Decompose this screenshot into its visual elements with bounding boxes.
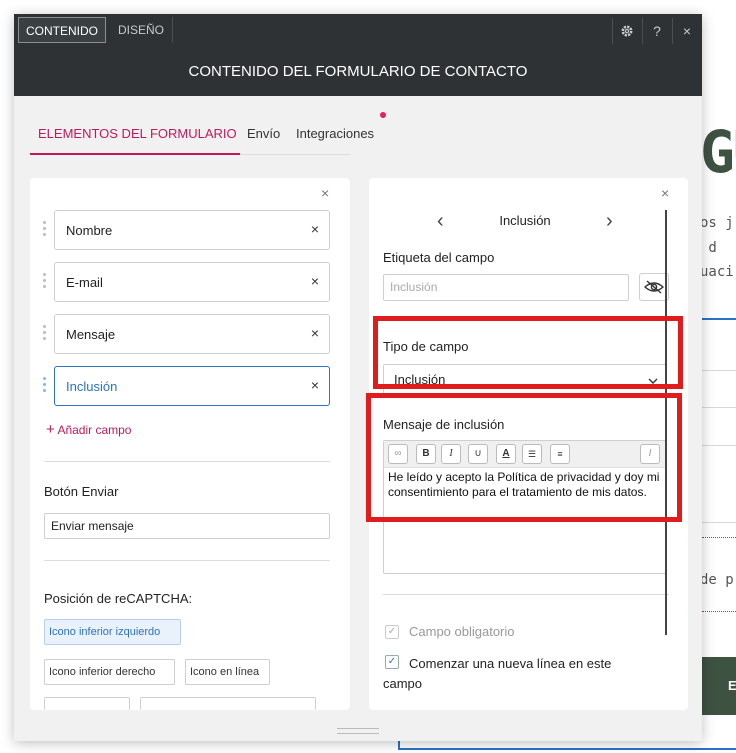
background-headline: GU bbox=[700, 118, 736, 186]
form-elements-panel: × Nombre × E-mail × Mensaje × Inclusión … bbox=[30, 178, 350, 710]
divider bbox=[44, 560, 330, 561]
recaptcha-section-title: Posición de reCAPTCHA: bbox=[44, 591, 193, 606]
field-label: Inclusión bbox=[66, 379, 118, 394]
new-line-label: Comenzar una nueva línea en este campo bbox=[383, 656, 612, 691]
nav-active-indicator bbox=[30, 153, 240, 155]
notification-dot bbox=[380, 112, 386, 118]
close-panel-button[interactable]: × bbox=[321, 185, 329, 201]
background-text-line: d bbox=[700, 240, 717, 256]
add-field-button[interactable]: + Añadir campo bbox=[46, 421, 131, 438]
recaptcha-hidden-option[interactable] bbox=[44, 697, 130, 710]
drag-handle[interactable] bbox=[43, 273, 47, 295]
close-dialog-button[interactable]: × bbox=[672, 18, 701, 44]
field-nav-title: Inclusión bbox=[499, 213, 551, 228]
divider bbox=[44, 461, 330, 462]
gear-icon bbox=[621, 25, 633, 37]
background-text-line: os j bbox=[700, 215, 734, 231]
remove-field-button[interactable]: × bbox=[311, 273, 319, 289]
nav-integrations[interactable]: Integraciones bbox=[296, 126, 374, 141]
field-label: Mensaje bbox=[66, 327, 116, 342]
top-bar: CONTENIDO DISEÑO ? × bbox=[14, 14, 702, 46]
remove-field-button[interactable]: × bbox=[311, 377, 319, 393]
background-input-border bbox=[702, 318, 736, 320]
close-panel-button[interactable]: × bbox=[661, 185, 669, 201]
field-item-inclusion[interactable]: Inclusión × bbox=[54, 366, 330, 406]
recaptcha-inline-option[interactable]: Icono en línea bbox=[185, 659, 270, 685]
background-divider bbox=[702, 445, 736, 446]
tab-content[interactable]: CONTENIDO bbox=[18, 17, 106, 43]
field-item-name[interactable]: Nombre × bbox=[54, 210, 330, 250]
nav-form-elements[interactable]: ELEMENTOS DEL FORMULARIO bbox=[38, 126, 237, 141]
field-label: E-mail bbox=[66, 275, 103, 290]
help-button[interactable]: ? bbox=[642, 18, 671, 44]
submit-button-text-input[interactable]: Enviar mensaje bbox=[44, 513, 330, 539]
background-dotted-line bbox=[702, 611, 736, 612]
contact-form-dialog: CONTENIDO DISEÑO ? × CONTENIDO DEL FORMU… bbox=[14, 14, 702, 741]
background-divider bbox=[702, 370, 736, 371]
settings-button[interactable] bbox=[612, 18, 641, 44]
field-item-email[interactable]: E-mail × bbox=[54, 262, 330, 302]
remove-field-button[interactable]: × bbox=[311, 221, 319, 237]
required-checkbox[interactable]: ✓ bbox=[385, 625, 399, 639]
drag-handle[interactable] bbox=[43, 325, 47, 347]
tab-design[interactable]: DISEÑO bbox=[110, 17, 173, 43]
highlight-field-type bbox=[373, 316, 683, 389]
highlight-inclusion-message bbox=[366, 393, 682, 522]
remove-field-button[interactable]: × bbox=[311, 325, 319, 341]
recaptcha-bottom-left-option[interactable]: Icono inferior izquierdo bbox=[44, 619, 181, 645]
recaptcha-hidden-option[interactable] bbox=[140, 697, 316, 710]
recaptcha-bottom-right-option[interactable]: Icono inferior derecho bbox=[44, 659, 175, 685]
eye-off-icon bbox=[644, 280, 664, 294]
submit-button-section-title: Botón Enviar bbox=[44, 484, 119, 499]
background-submit-button: E bbox=[702, 657, 736, 715]
nav-submission[interactable]: Envío bbox=[247, 126, 280, 141]
plus-icon: + bbox=[46, 421, 55, 438]
field-label: Nombre bbox=[66, 223, 113, 238]
required-label: Campo obligatorio bbox=[409, 624, 515, 639]
resize-handle[interactable] bbox=[337, 728, 379, 734]
background-divider bbox=[702, 407, 736, 408]
field-item-message[interactable]: Mensaje × bbox=[54, 314, 330, 354]
add-field-label: Añadir campo bbox=[57, 423, 132, 437]
background-text-line: uaci bbox=[700, 264, 734, 280]
drag-handle[interactable] bbox=[43, 377, 47, 399]
background-divider bbox=[702, 522, 736, 523]
chevron-right-icon[interactable]: › bbox=[606, 211, 613, 231]
divider bbox=[383, 594, 669, 595]
field-label-input[interactable]: Inclusión bbox=[383, 274, 629, 301]
background-dotted-line bbox=[702, 537, 736, 538]
drag-handle[interactable] bbox=[43, 221, 47, 243]
dialog-title: CONTENIDO DEL FORMULARIO DE CONTACTO bbox=[14, 46, 702, 96]
field-label-section-title: Etiqueta del campo bbox=[383, 250, 495, 265]
background-text-line: de p bbox=[700, 572, 734, 588]
